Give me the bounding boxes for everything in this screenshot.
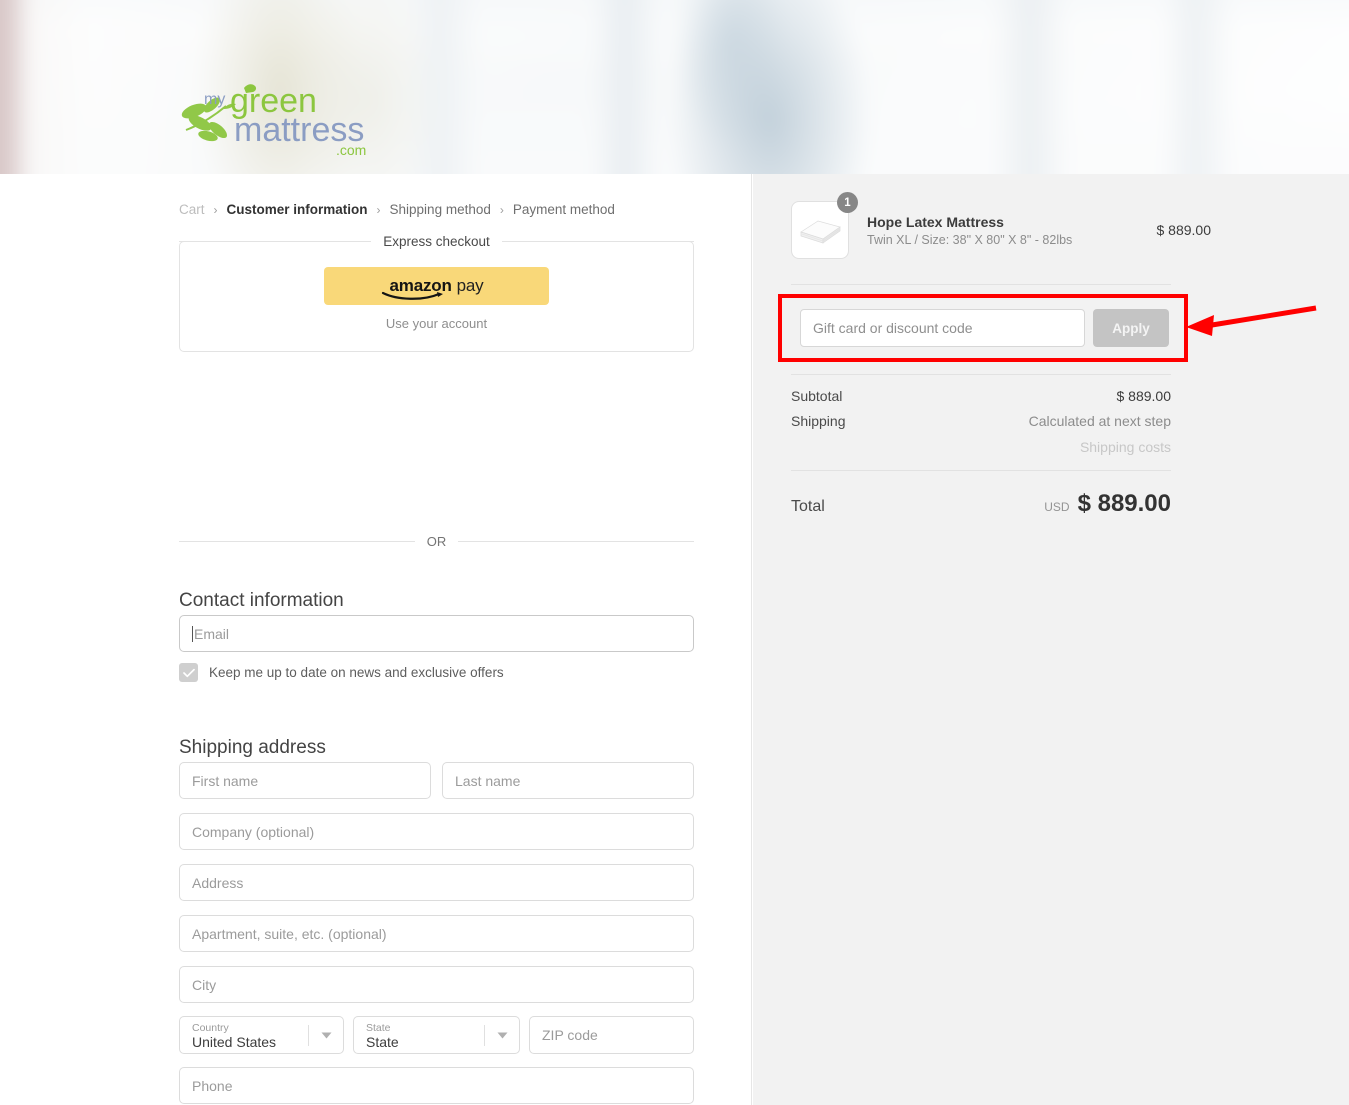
shipping-label: Shipping <box>791 413 846 429</box>
breadcrumb-item-payment-method[interactable]: Payment method <box>513 202 615 217</box>
logo-svg: my green mattress .com <box>181 82 366 158</box>
breadcrumb-separator-icon: › <box>499 202 504 217</box>
express-checkout-box: amazon pay Use your account <box>179 241 694 352</box>
last-name-field[interactable]: Last name <box>442 762 694 799</box>
newsletter-label: Keep me up to date on news and exclusive… <box>209 665 504 680</box>
city-field[interactable]: City <box>179 966 694 1003</box>
product-price: $ 889.00 <box>1156 222 1212 238</box>
grand-total-row: Total USD $ 889.00 <box>791 490 1171 518</box>
amazon-pay-button[interactable]: amazon pay <box>324 267 549 305</box>
email-field[interactable]: Email <box>179 615 694 652</box>
state-value: State <box>366 1034 399 1051</box>
product-info: Hope Latex Mattress Twin XL / Size: 38" … <box>867 214 1157 247</box>
product-variant: Twin XL / Size: 38" X 80" X 8" - 82lbs <box>867 232 1073 247</box>
site-header: my green mattress .com <box>0 0 1349 174</box>
breadcrumb-item-cart[interactable]: Cart <box>179 202 205 217</box>
first-name-placeholder: First name <box>192 772 259 789</box>
checkout-page: my green mattress .com Cart › Customer i… <box>0 0 1349 1105</box>
chevron-down-icon[interactable] <box>485 1017 519 1053</box>
last-name-placeholder: Last name <box>455 772 521 789</box>
zip-code-field[interactable]: ZIP code <box>529 1016 694 1054</box>
breadcrumb-separator-icon: › <box>213 202 218 217</box>
breadcrumb: Cart › Customer information › Shipping m… <box>179 202 615 217</box>
subtotal-value: $ 889.00 <box>1116 388 1172 404</box>
or-line-left <box>179 540 415 542</box>
newsletter-checkbox-row[interactable]: Keep me up to date on news and exclusive… <box>179 663 504 682</box>
product-quantity-badge: 1 <box>837 192 858 213</box>
phone-placeholder: Phone <box>192 1077 233 1094</box>
country-label: Country <box>192 1022 229 1035</box>
chevron-down-icon[interactable] <box>309 1017 343 1053</box>
first-name-field[interactable]: First name <box>179 762 431 799</box>
total-currency: USD <box>1044 500 1070 514</box>
country-value: United States <box>192 1034 277 1051</box>
svg-text:.com: .com <box>336 142 366 156</box>
total-label: Total <box>791 498 825 515</box>
apartment-placeholder: Apartment, suite, etc. (optional) <box>192 925 387 942</box>
summary-divider-top <box>791 284 1171 285</box>
chevron-down-glyph <box>321 1032 331 1038</box>
summary-divider-bottom <box>791 470 1171 471</box>
or-line-right <box>458 540 694 542</box>
address-field[interactable]: Address <box>179 864 694 901</box>
subtotal-row: Subtotal $ 889.00 <box>791 388 1171 404</box>
company-placeholder: Company (optional) <box>192 823 315 840</box>
amazon-smile-icon <box>381 291 443 300</box>
svg-text:my: my <box>204 91 225 108</box>
country-select[interactable]: Country United States <box>179 1016 344 1054</box>
amazon-pay-subtext: Use your account <box>385 316 488 331</box>
site-logo[interactable]: my green mattress .com <box>178 78 383 158</box>
apartment-field[interactable]: Apartment, suite, etc. (optional) <box>179 915 694 952</box>
amazon-pay-word-pay: pay <box>456 276 484 295</box>
country-select-inner: Country United States <box>180 1019 308 1050</box>
product-thumbnail-wrapper: 1 <box>791 192 858 259</box>
shipping-address-title: Shipping address <box>179 736 326 758</box>
address-placeholder: Address <box>192 874 244 891</box>
text-caret <box>192 625 193 642</box>
zip-code-placeholder: ZIP code <box>542 1027 598 1043</box>
shipping-costs-note-row: Shipping costs <box>791 439 1171 455</box>
total-amount-group: USD $ 889.00 <box>1044 490 1171 518</box>
state-label: State <box>366 1022 391 1035</box>
shipping-costs-note: Shipping costs <box>1079 439 1171 455</box>
breadcrumb-item-shipping-method[interactable]: Shipping method <box>390 202 491 217</box>
contact-information-title: Contact information <box>179 589 344 611</box>
mattress-image <box>800 220 841 244</box>
newsletter-checkbox[interactable] <box>179 663 198 682</box>
chevron-down-glyph <box>497 1032 507 1038</box>
state-select-inner: State State <box>354 1019 484 1050</box>
company-field[interactable]: Company (optional) <box>179 813 694 850</box>
checkmark-icon <box>182 668 195 677</box>
state-select[interactable]: State State <box>353 1016 520 1054</box>
apply-discount-button[interactable]: Apply <box>1093 309 1169 347</box>
shipping-value: Calculated at next step <box>1028 413 1171 429</box>
discount-code-placeholder: Gift card or discount code <box>813 320 973 336</box>
shipping-row: Shipping Calculated at next step <box>791 413 1171 429</box>
breadcrumb-item-customer-information[interactable]: Customer information <box>227 202 368 217</box>
annotation-arrow-icon <box>1186 305 1317 336</box>
or-separator: OR <box>179 533 694 549</box>
subtotal-label: Subtotal <box>791 388 843 404</box>
order-line-item: 1 Hope Latex Mattress Twin XL / Size: 38… <box>791 192 1212 259</box>
email-placeholder: Email <box>194 625 230 642</box>
order-summary-sidebar: 1 Hope Latex Mattress Twin XL / Size: 38… <box>753 174 1349 1105</box>
phone-field[interactable]: Phone <box>179 1067 694 1104</box>
summary-divider-mid <box>791 374 1171 375</box>
city-placeholder: City <box>192 976 217 993</box>
discount-code-input[interactable]: Gift card or discount code <box>800 309 1085 347</box>
or-label: OR <box>426 533 447 549</box>
product-title: Hope Latex Mattress <box>867 213 1004 230</box>
checkout-main-column: Cart › Customer information › Shipping m… <box>0 174 752 1105</box>
express-checkout-section: Express checkout amazon pay Use your acc… <box>179 233 694 352</box>
total-value: $ 889.00 <box>1077 490 1171 517</box>
breadcrumb-separator-icon: › <box>376 202 381 217</box>
discount-code-row: Gift card or discount code Apply <box>800 309 1169 347</box>
